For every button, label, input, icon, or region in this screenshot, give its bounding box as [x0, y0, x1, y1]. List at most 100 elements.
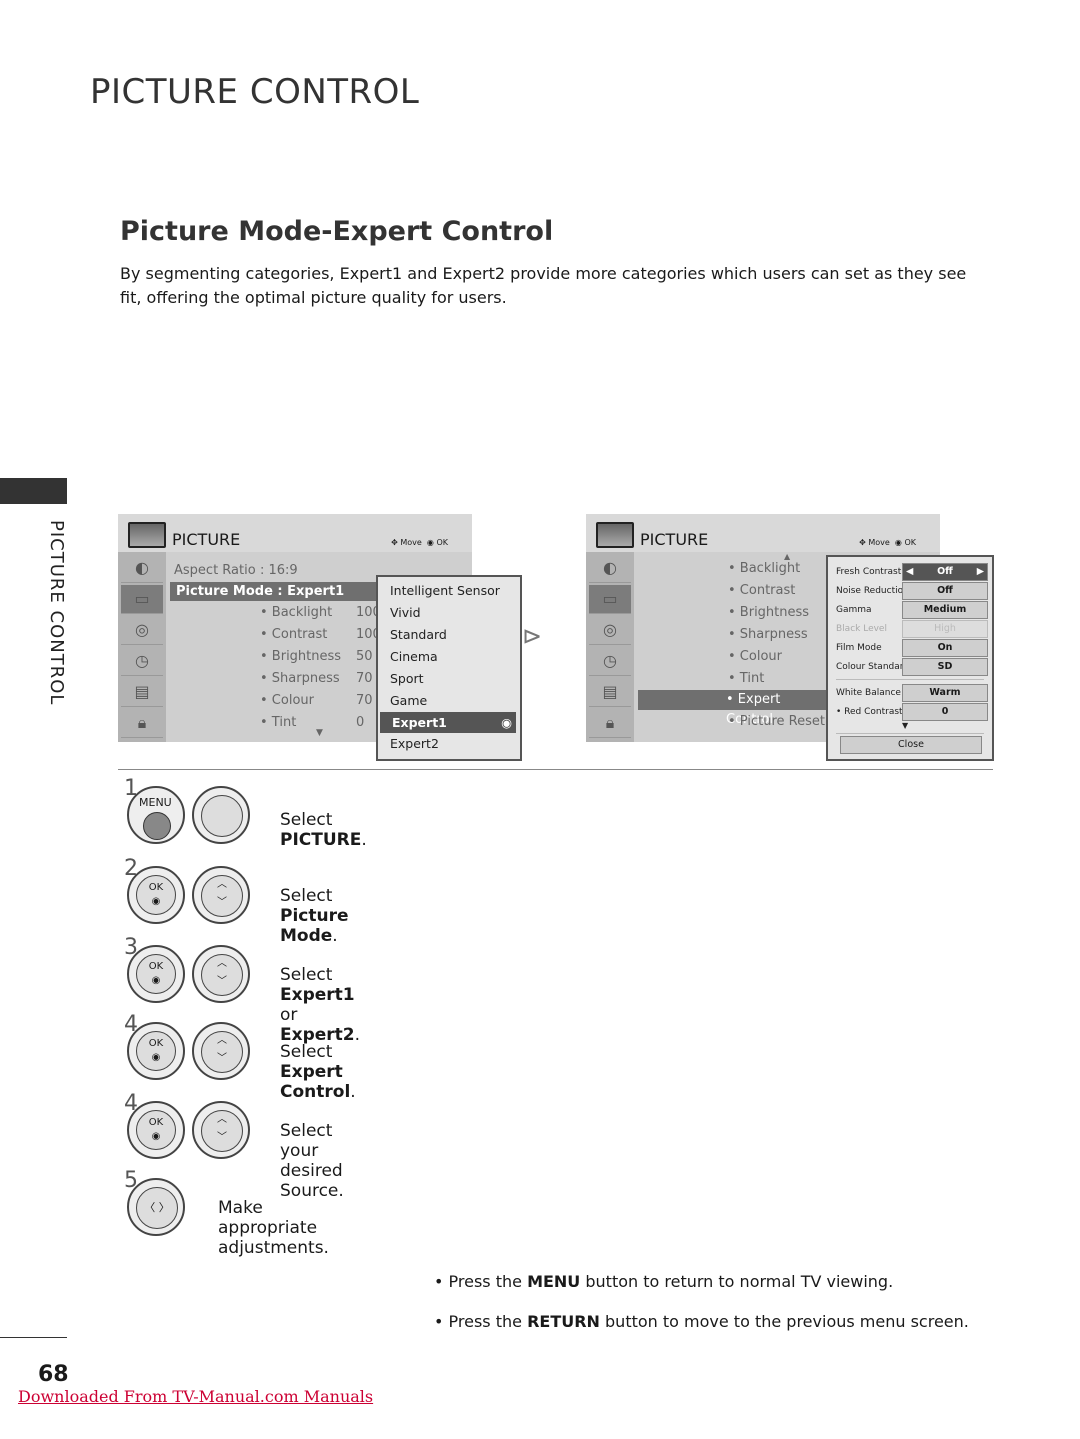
mode-game[interactable]: Game: [390, 693, 427, 708]
noise-reduction-value[interactable]: Off: [902, 582, 988, 600]
red-contrast-value[interactable]: 0: [902, 703, 988, 721]
step-text: Select Picture Mode.: [280, 886, 349, 946]
aspect-ratio-label[interactable]: Aspect Ratio: [174, 563, 256, 578]
option-icon[interactable]: ▤: [121, 678, 163, 707]
dpad-icon: [201, 795, 243, 837]
step-text: Make appropriate adjustments.: [218, 1198, 329, 1258]
divider: [118, 769, 993, 770]
tint-label[interactable]: • Tint: [260, 715, 296, 730]
sharpness-value: 70: [356, 671, 373, 686]
expert-control-item[interactable]: • Expert Control: [638, 690, 828, 727]
mode-expert1-label: Expert1: [392, 715, 447, 730]
hint-move: Move: [400, 538, 422, 547]
up-down-button[interactable]: ︿ ﹀: [192, 1022, 250, 1080]
close-button[interactable]: Close: [840, 736, 982, 754]
right-arrow-icon[interactable]: ▶: [977, 564, 984, 580]
mode-expert2[interactable]: Expert2: [390, 736, 439, 751]
gamma-label: Gamma: [836, 605, 872, 615]
up-down-icon: ︿ ﹀: [201, 1110, 243, 1152]
brightness-item[interactable]: • Brightness: [728, 605, 809, 620]
arrow-right-icon: ⊳: [522, 622, 543, 650]
navigation-wheel[interactable]: [192, 786, 250, 844]
setup-icon[interactable]: ◐: [589, 554, 631, 583]
brightness-value: 50: [356, 649, 373, 664]
picture-reset-item[interactable]: • Picture Reset: [728, 714, 825, 729]
note-return: • Press the RETURN button to move to the…: [434, 1312, 969, 1331]
divider: [836, 679, 984, 680]
ok-button[interactable]: OK ◉: [127, 1101, 185, 1159]
picture-icon[interactable]: ▭: [589, 585, 631, 614]
ok-label: OK: [148, 882, 164, 893]
brightness-label[interactable]: • Brightness: [260, 649, 341, 664]
option-icon[interactable]: ▤: [589, 678, 631, 707]
left-right-button[interactable]: 〈 〉: [127, 1178, 185, 1236]
black-level-value: High: [902, 620, 988, 638]
time-icon[interactable]: ◷: [589, 647, 631, 676]
contrast-label[interactable]: • Contrast: [260, 627, 327, 642]
colour-standard-label: Colour Standard: [836, 662, 910, 672]
selected-radio-icon: ◉: [501, 715, 512, 730]
mode-sport[interactable]: Sport: [390, 671, 424, 686]
film-mode-value[interactable]: On: [902, 639, 988, 657]
side-tab-marker: [0, 478, 67, 504]
black-level-label: Black Level: [836, 624, 887, 634]
mode-cinema[interactable]: Cinema: [390, 649, 438, 664]
ok-button[interactable]: OK ◉: [127, 1022, 185, 1080]
move-icon: ✥: [391, 538, 401, 547]
tv-icon: [596, 522, 634, 548]
divider: [836, 733, 984, 734]
picture-icon[interactable]: ▭: [121, 585, 163, 614]
tint-item[interactable]: • Tint: [728, 671, 764, 686]
mode-vivid[interactable]: Vivid: [390, 605, 421, 620]
up-down-button[interactable]: ︿ ﹀: [192, 1101, 250, 1159]
audio-icon[interactable]: ◎: [121, 616, 163, 645]
red-contrast-label: • Red Contrast: [836, 707, 903, 717]
scroll-down-icon[interactable]: ▼: [902, 721, 908, 730]
contrast-item[interactable]: • Contrast: [728, 583, 795, 598]
ok-button[interactable]: OK ◉: [127, 945, 185, 1003]
lock-icon[interactable]: 🔒︎: [589, 709, 631, 738]
fresh-contrast-label: Fresh Contrast: [836, 567, 902, 577]
gamma-value[interactable]: Medium: [902, 601, 988, 619]
step-text: Select Expert1 or Expert2.: [280, 965, 361, 1045]
lock-icon[interactable]: 🔒︎: [121, 709, 163, 738]
mode-intelligent-sensor[interactable]: Intelligent Sensor: [390, 583, 500, 598]
scroll-up-icon[interactable]: ▲: [784, 552, 790, 561]
audio-icon[interactable]: ◎: [589, 616, 631, 645]
move-icon: ✥: [859, 538, 869, 547]
footer-link[interactable]: Downloaded From TV-Manual.com Manuals: [18, 1387, 373, 1406]
fresh-contrast-text: Off: [937, 566, 953, 577]
up-down-button[interactable]: ︿ ﹀: [192, 945, 250, 1003]
hint-move: Move: [868, 538, 890, 547]
tv-icon: [128, 522, 166, 548]
time-icon[interactable]: ◷: [121, 647, 163, 676]
mode-expert1[interactable]: Expert1 ◉: [380, 712, 516, 733]
sharpness-label[interactable]: • Sharpness: [260, 671, 340, 686]
up-down-button[interactable]: ︿ ﹀: [192, 866, 250, 924]
menu-button[interactable]: MENU: [127, 786, 185, 844]
intro-text: By segmenting categories, Expert1 and Ex…: [120, 264, 967, 307]
left-arrow-icon[interactable]: ◀: [906, 564, 913, 580]
backlight-item[interactable]: • Backlight: [728, 561, 800, 576]
picture-mode-popup: Intelligent Sensor Vivid Standard Cinema…: [376, 575, 522, 761]
menu-button-label: MENU: [139, 796, 172, 809]
colour-standard-value[interactable]: SD: [902, 658, 988, 676]
menu-button-knob: [143, 812, 171, 840]
colour-label[interactable]: • Colour: [260, 693, 314, 708]
mode-standard[interactable]: Standard: [390, 627, 447, 642]
noise-reduction-label: Noise Reduction: [836, 586, 909, 596]
section-heading: Picture Mode-Expert Control: [120, 216, 554, 247]
scroll-down-icon[interactable]: ▼: [316, 728, 323, 738]
colour-item[interactable]: • Colour: [728, 649, 782, 664]
sharpness-item[interactable]: • Sharpness: [728, 627, 808, 642]
backlight-label[interactable]: • Backlight: [260, 605, 332, 620]
ok-button[interactable]: OK ◉: [127, 866, 185, 924]
ok-label: OK: [148, 961, 164, 972]
picture-mode-row[interactable]: Picture Mode : Expert1: [170, 582, 386, 601]
white-balance-value[interactable]: Warm: [902, 684, 988, 702]
step-text: Select Expert Control.: [280, 1042, 356, 1102]
side-tab-label: PICTURE CONTROL: [46, 520, 67, 706]
menu-title: PICTURE: [640, 530, 709, 549]
setup-icon[interactable]: ◐: [121, 554, 163, 583]
fresh-contrast-value[interactable]: ◀ Off ▶: [902, 563, 988, 581]
